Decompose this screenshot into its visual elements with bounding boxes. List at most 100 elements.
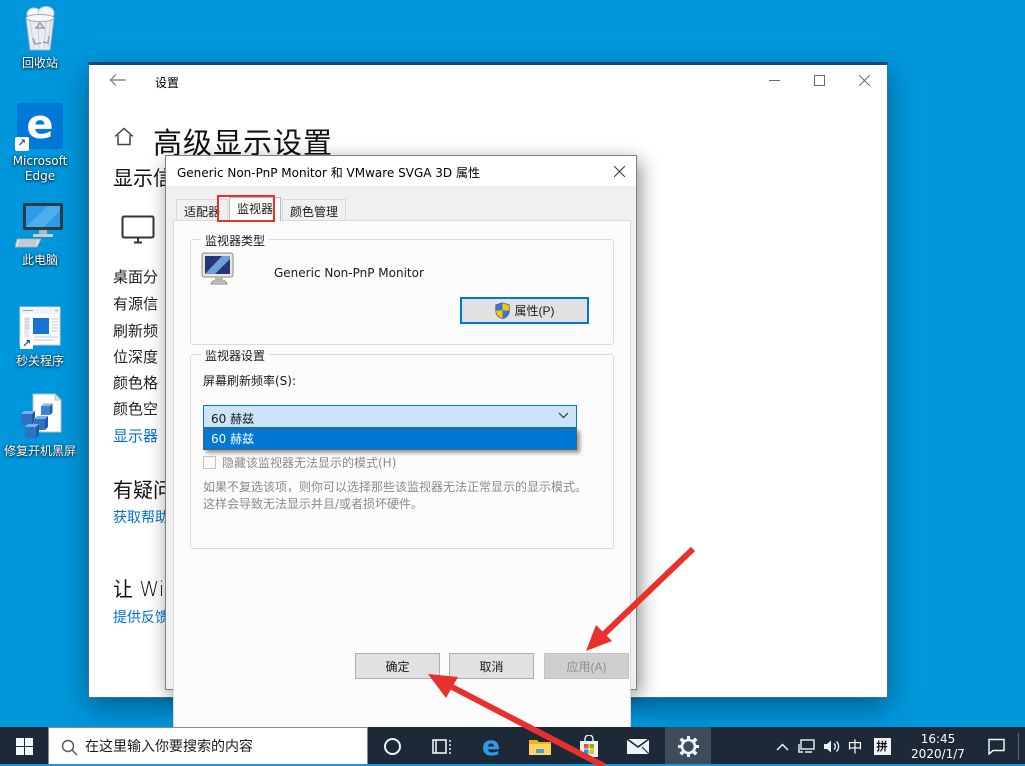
uac-shield-icon	[494, 302, 510, 319]
settings-title: 设置	[155, 76, 180, 90]
tray-chevron-button[interactable]	[768, 727, 796, 766]
back-icon[interactable]	[109, 73, 127, 87]
cancel-button[interactable]: 取消	[449, 653, 534, 679]
mail-icon	[626, 738, 650, 755]
minimize-button[interactable]	[752, 65, 797, 95]
get-help-link[interactable]: 获取帮助	[113, 507, 169, 527]
monitor-type-group: 监视器类型 Generic Non-PnP Monitor 属性(P)	[190, 232, 614, 345]
desktop-icon-recycle-bin[interactable]: 回收站	[0, 6, 80, 71]
tab-monitor[interactable]: 监视器	[229, 197, 282, 221]
feedback-heading: 让 Wi	[113, 577, 165, 601]
file-explorer-icon	[529, 740, 551, 755]
show-desktop-divider[interactable]	[1018, 733, 1019, 760]
desktop-icon-app[interactable]: ↗ 秒关程序	[0, 304, 80, 369]
feedback-link[interactable]: 提供反馈	[113, 607, 169, 627]
desktop-icon-label: 此电脑	[21, 253, 58, 267]
minimize-icon	[769, 79, 780, 81]
section-heading-display-info: 显示信	[113, 166, 173, 190]
desktop-icon-registry-fix[interactable]: 修复开机黑屏	[0, 392, 80, 459]
properties-button[interactable]: 属性(P)	[460, 297, 589, 324]
tab-color-management[interactable]: 颜色管理	[282, 199, 347, 221]
desktop-icon-label: 秒关程序	[15, 354, 64, 368]
taskbar-search-box[interactable]	[48, 727, 368, 766]
close-icon	[859, 74, 870, 86]
gear-icon	[677, 736, 699, 757]
apply-button[interactable]: 应用(A)	[544, 653, 629, 679]
dialog-tabs: 适配器 监视器 颜色管理	[176, 197, 347, 221]
task-view-icon	[432, 738, 451, 754]
hide-modes-checkbox[interactable]	[203, 456, 216, 469]
tab-adapter[interactable]: 适配器	[176, 199, 229, 221]
help-heading: 有疑问	[113, 478, 173, 502]
ime-indicator: 中	[847, 738, 863, 756]
task-view-button[interactable]	[420, 727, 464, 766]
desktop-icon-label: 回收站	[21, 56, 58, 70]
dialog-titlebar: Generic Non-PnP Monitor 和 VMware SVGA 3D…	[166, 156, 636, 186]
cancel-button-label: 取消	[479, 659, 504, 674]
action-center-button[interactable]	[978, 727, 1014, 766]
clock-date: 2020/1/7	[911, 746, 965, 761]
dialog-title: Generic Non-PnP Monitor 和 VMware SVGA 3D…	[177, 166, 480, 180]
cortana-icon	[383, 738, 401, 755]
dropdown-option-60hz[interactable]: 60 赫兹	[204, 429, 576, 449]
recycle-bin-icon	[25, 6, 55, 51]
this-pc-icon	[14, 203, 63, 248]
monitor-name: Generic Non-PnP Monitor	[274, 266, 424, 280]
warning-line-2: 这样会导致无法显示并且/或者损坏硬件。	[203, 497, 424, 511]
monitor-outline-icon	[121, 215, 155, 244]
network-icon	[797, 739, 815, 753]
spec-label-refresh: 刷新频	[113, 322, 159, 340]
properties-button-label: 属性(P)	[514, 304, 555, 318]
group-label: 监视器设置	[201, 347, 270, 364]
settings-taskbar-button[interactable]	[665, 727, 711, 766]
clock[interactable]: 16:45 2020/1/7	[900, 727, 976, 766]
desktop-icon-label: Microsoft Edge	[12, 154, 68, 183]
spec-label-colorformat: 颜色格	[113, 374, 159, 392]
group-label: 监视器类型	[201, 232, 270, 249]
dropdown-open-list: 60 赫兹	[203, 428, 577, 450]
file-explorer-button[interactable]	[518, 727, 562, 766]
app-window-icon: ↗	[19, 306, 61, 350]
close-button[interactable]	[842, 65, 887, 95]
ok-button[interactable]: 确定	[355, 653, 440, 679]
spec-label-bitdepth: 位深度	[113, 348, 159, 366]
maximize-icon	[814, 74, 825, 86]
spec-label-colorspace: 颜色空	[113, 400, 159, 418]
desktop-icon-this-pc[interactable]: 此电脑	[0, 201, 80, 268]
warning-text: 如果不复选该项，则你可以选择那些该监视器无法正常显示的显示模式。 这样会导致无法…	[203, 479, 613, 513]
ime-language-button[interactable]: 中	[843, 727, 867, 766]
search-icon	[61, 739, 78, 756]
monitor-properties-dialog: Generic Non-PnP Monitor 和 VMware SVGA 3D…	[165, 155, 637, 766]
search-input[interactable]	[85, 728, 363, 765]
spec-label-resolution: 桌面分	[113, 268, 159, 286]
store-button[interactable]	[567, 727, 611, 766]
apply-button-label: 应用(A)	[566, 659, 607, 674]
edge-taskbar-button[interactable]: e	[469, 727, 513, 766]
dialog-close-button[interactable]	[603, 157, 635, 185]
action-center-icon	[987, 738, 1005, 755]
cortana-button[interactable]	[370, 727, 414, 766]
volume-tray-button[interactable]	[818, 727, 844, 766]
spec-label-signal: 有源信	[113, 295, 159, 313]
start-button[interactable]	[0, 727, 48, 766]
chevron-up-icon	[775, 742, 789, 751]
speaker-icon	[823, 740, 839, 753]
edge-icon: e ↗	[15, 103, 63, 151]
monitor-device-icon	[201, 252, 234, 285]
registry-file-icon	[21, 392, 63, 438]
display-adapter-link[interactable]: 显示器	[113, 425, 158, 446]
network-tray-button[interactable]	[793, 727, 819, 766]
monitor-tab-page: 监视器类型 Generic Non-PnP Monitor 属性(P) 监视器设…	[173, 220, 631, 766]
settings-titlebar: 设置	[89, 65, 887, 97]
maximize-button[interactable]	[797, 65, 842, 95]
desktop-icon-edge[interactable]: e ↗ Microsoft Edge	[0, 103, 80, 184]
home-icon[interactable]	[114, 127, 134, 146]
store-icon	[580, 734, 598, 757]
mail-button[interactable]	[616, 727, 660, 766]
taskbar: e	[0, 727, 1025, 766]
ime-mode-button[interactable]: 拼	[869, 727, 895, 766]
chevron-down-icon	[558, 412, 569, 419]
refresh-rate-dropdown[interactable]: 60 赫兹	[203, 405, 577, 428]
close-icon	[613, 165, 625, 177]
hide-modes-row: 隐藏该监视器无法显示的模式(H)	[203, 454, 396, 471]
